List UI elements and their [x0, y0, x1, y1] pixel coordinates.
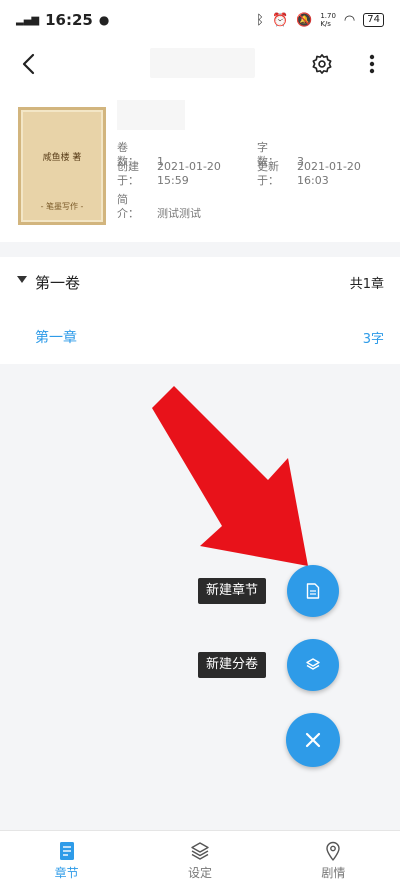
updated-info: 更新于： 2021-01-20 16:03: [257, 160, 361, 188]
back-arrow-icon: [22, 53, 35, 75]
bluetooth-icon: ᛒ: [256, 12, 264, 28]
new-volume-label[interactable]: 新建分卷: [198, 652, 267, 678]
settings-button[interactable]: [304, 46, 340, 82]
intro-info: 简 介： 测试测试: [117, 193, 201, 221]
document-icon: [306, 583, 320, 599]
layers-outline-icon: [191, 841, 209, 860]
status-time: 16:25: [45, 11, 93, 29]
caret-down-icon: [17, 276, 27, 283]
app-bar: [0, 40, 400, 90]
intro-value: 测试测试: [157, 207, 201, 220]
intro-label: 简 介：: [117, 193, 139, 220]
volume-title: 第一卷: [35, 274, 81, 292]
book-name: [117, 100, 185, 130]
close-fab-button[interactable]: [286, 713, 340, 767]
location-pin-icon: [326, 841, 341, 861]
page-title: [150, 48, 255, 78]
chapter-document-icon: [59, 841, 74, 860]
nav-label-plot: 剧情: [321, 865, 346, 880]
close-icon: [305, 732, 321, 748]
alarm-icon: ⏰: [271, 12, 289, 28]
book-cover[interactable]: 咸鱼楼 著 - 笔墨写作 -: [18, 107, 106, 225]
signal-icon: ▂▄▆: [16, 14, 40, 26]
battery-indicator: 74: [363, 13, 384, 27]
more-vertical-icon: [369, 54, 375, 74]
back-button[interactable]: [10, 46, 46, 82]
new-chapter-label[interactable]: 新建章节: [198, 578, 267, 604]
wechat-icon: ●: [98, 13, 110, 27]
wifi-icon: ◠: [343, 12, 356, 28]
nav-label-settings: 设定: [187, 865, 212, 880]
volume-row[interactable]: 第一卷 共1章: [0, 257, 400, 307]
created-value: 2021-01-20 15:59: [157, 160, 221, 187]
cover-footer: - 笔墨写作 -: [40, 202, 84, 211]
network-speed: 1.70 K/s: [320, 12, 336, 28]
volume-chapter-count: 共1章: [349, 277, 384, 292]
book-info-card: 咸鱼楼 著 - 笔墨写作 - 卷 数： 1 字 数： 3 创建于： 2021-01-2…: [0, 90, 400, 242]
created-info: 创建于： 2021-01-20 15:59: [117, 160, 221, 188]
more-options-button[interactable]: [360, 46, 384, 82]
mute-icon: 🔕: [296, 12, 313, 28]
updated-value: 2021-01-20 16:03: [297, 160, 361, 187]
chapter-title: 第一章: [35, 330, 77, 346]
nav-label-chapters: 章节: [54, 865, 79, 880]
chapter-row[interactable]: 第一章 3字: [0, 315, 400, 359]
red-arrow-annotation: [152, 386, 308, 566]
new-volume-button[interactable]: [287, 639, 339, 691]
nav-item-plot[interactable]: 剧情: [267, 831, 400, 890]
status-bar: ▂▄▆ 16:25 ● ᛒ ⏰ 🔕 1.70 K/s ◠ 74: [0, 0, 400, 40]
layers-icon: [306, 658, 320, 670]
volume-section: 第一卷 共1章 第一章 3字: [0, 257, 400, 364]
nav-item-settings[interactable]: 设定: [133, 831, 266, 890]
chapter-word-count: 3字: [362, 332, 384, 347]
gear-icon: [312, 54, 332, 74]
new-chapter-button[interactable]: [287, 565, 339, 617]
nav-item-chapters[interactable]: 章节: [0, 831, 133, 890]
cover-title: 咸鱼楼 著: [42, 153, 82, 163]
bottom-nav: 章节 设定 剧情: [0, 830, 400, 890]
